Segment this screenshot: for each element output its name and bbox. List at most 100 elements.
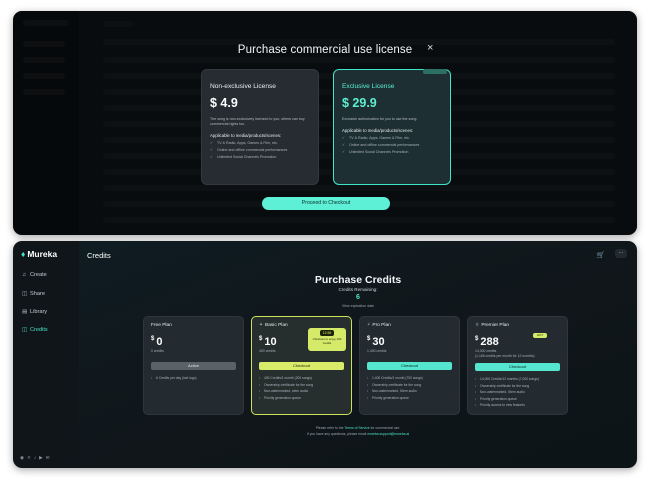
plan-feature: Ownership certificate for the song: [475, 384, 560, 388]
hot-badge: HOT: [533, 333, 547, 338]
plan-feature: Non-watermarked, stem audio: [259, 389, 344, 393]
sidebar-item-library[interactable]: ▤ Library: [22, 309, 47, 315]
terms-note-pre: Please refer to the: [315, 426, 344, 430]
x-icon[interactable]: ✕: [27, 455, 34, 460]
close-icon[interactable]: ×: [427, 42, 433, 54]
plan-feature: 14,000 Credits/12 months (7,000 songs): [475, 377, 560, 381]
plan-feature: Non-watermarked, Stem audio: [367, 389, 452, 393]
plan-features: 6 Credits per day (lost logo): [151, 376, 236, 380]
plan-credits: 14,000 credits: [475, 349, 497, 353]
license-card-non-exclusive[interactable]: Non-exclusive License $ 4.9 The song is …: [201, 69, 319, 185]
discord-icon[interactable]: ◉: [20, 455, 27, 460]
plan-card-pro: ⚡Pro Plan $30 1,400 credits Checkout 1,4…: [359, 316, 460, 415]
plan-feature: Priority access to new features: [475, 403, 560, 407]
plan-price-value: 288: [480, 336, 499, 348]
terms-note: Please refer to the Terms of Service for…: [79, 426, 637, 430]
credits-remaining-value: 6: [356, 294, 360, 301]
view-expiration-link[interactable]: View expiration date: [79, 304, 637, 308]
support-email-link[interactable]: mureka.support@mureka.ai: [367, 432, 409, 436]
license-feature: Online and offline commercial performanc…: [342, 143, 442, 147]
promo-text: Checkout to enjoy 100 credits: [312, 337, 342, 345]
crown-icon: ♕: [475, 323, 480, 328]
license-price: $ 29.9: [342, 96, 377, 110]
sidebar: ♦ Mureka ♫ Create ◫ Share ▤ Library ◫ Credits…: [13, 241, 79, 468]
countdown-timer: 12:56: [319, 330, 335, 336]
plan-feature: Priority generation queue: [475, 397, 560, 401]
license-feature: Unlimited Social Channels Promotion: [342, 150, 442, 154]
sidebar-item-label: Share: [30, 291, 45, 297]
license-feature: TV & Radio, Apps, Games & Film, etc.: [210, 141, 310, 145]
music-note-icon: ♫: [22, 272, 27, 278]
plan-feature: Ownership certificate for the song: [367, 383, 452, 387]
plan-credits: 1,400 credits: [367, 349, 387, 353]
plan-active-button[interactable]: Active: [151, 362, 236, 370]
plan-feature: Non-watermarked, Stem audio: [475, 390, 560, 394]
proceed-to-checkout-button[interactable]: Proceed to Checkout: [262, 197, 390, 210]
purchase-credits-title: Purchase Credits: [314, 274, 402, 286]
logo-text: Mureka: [27, 249, 58, 259]
license-feature: TV & Radio, Apps, Games & Film, etc.: [342, 136, 442, 140]
sidebar-item-label: Create: [30, 272, 47, 278]
plan-card-premier: ♕ Premier Plan HOT $288 14,000 credits (1…: [467, 316, 568, 415]
plan-features: 400 Credits/1 month (200 songs) Ownershi…: [259, 376, 344, 400]
sidebar-social-icons: ◉✕♪▶✉: [20, 455, 53, 461]
plan-name: ♕ Premier Plan: [475, 323, 560, 328]
plan-card-free: Free Plan $0 0 credits Active 6 Credits …: [143, 316, 244, 415]
plan-feature: 400 Credits/1 month (200 songs): [259, 376, 344, 380]
plan-name: ⚡ Pro Plan: [367, 323, 452, 328]
currency-symbol: $: [151, 336, 155, 342]
currency-symbol: $: [259, 336, 263, 342]
more-icon[interactable]: ⋯: [615, 249, 627, 258]
plan-features: 14,000 Credits/12 months (7,000 songs) O…: [475, 377, 560, 407]
promo-tag: 12:56 Checkout to enjoy 100 credits: [308, 328, 346, 351]
plan-price: $0: [151, 336, 236, 348]
plan-feature: 6 Credits per day (lost logo): [151, 376, 236, 380]
license-name: Non-exclusive License: [210, 83, 276, 90]
sidebar-item-share[interactable]: ◫ Share: [22, 291, 45, 297]
license-name: Exclusive License: [342, 83, 395, 90]
support-note-pre: If you have any questions, please email: [306, 432, 367, 436]
checkout-button-premier[interactable]: Checkout: [475, 363, 560, 371]
checkout-button-basic[interactable]: Checkout: [259, 362, 344, 370]
terms-of-service-link[interactable]: Terms of Service: [344, 426, 369, 430]
app-logo[interactable]: ♦ Mureka: [21, 249, 57, 259]
plan-name-text: Basic Plan: [265, 323, 288, 328]
terms-note-post: for commercial use.: [370, 426, 401, 430]
plan-price: $288: [475, 336, 560, 348]
plan-name: Free Plan: [151, 323, 172, 328]
plan-price-value: 0: [156, 336, 163, 348]
license-applicable-title: Applicable to media/products/scenes:: [342, 128, 414, 133]
plan-feature: Ownership certificate for the song: [259, 383, 344, 387]
plan-price-value: 10: [264, 336, 277, 348]
sidebar-item-credits[interactable]: ◫ Credits: [22, 327, 48, 333]
support-note: If you have any questions, please email …: [79, 432, 637, 436]
mail-icon[interactable]: ✉: [46, 455, 53, 460]
plan-features: 1,400 Credits/1 month (700 songs) Owners…: [367, 376, 452, 400]
license-window: Purchase commercial use license × Non-ex…: [13, 11, 637, 235]
checkout-button-pro[interactable]: Checkout: [367, 362, 452, 370]
selected-badge: [423, 69, 447, 74]
share-icon: ◫: [22, 291, 28, 297]
license-description: The song is non-exclusively licensed to …: [210, 117, 305, 126]
library-icon: ▤: [22, 309, 28, 315]
license-card-exclusive[interactable]: Exclusive License $ 29.9 Exclusive autho…: [333, 69, 451, 185]
license-description: Exclusive authorization for you to use t…: [342, 117, 418, 121]
cart-icon[interactable]: 🛒: [597, 251, 605, 259]
credits-main: Credits 🛒 ⋯ Purchase Credits Credits Rem…: [79, 241, 637, 468]
plan-price-value: 30: [372, 336, 385, 348]
plan-name-text: Premier Plan: [481, 323, 510, 328]
sparkle-icon: ✦: [259, 323, 264, 328]
license-feature: Online and offline commercial performanc…: [210, 148, 310, 152]
plan-credits: 0 credits: [151, 349, 164, 353]
currency-symbol: $: [475, 336, 479, 342]
license-applicable-title: Applicable to media/products/scenes:: [210, 133, 282, 138]
plan-feature: 1,400 Credits/1 month (700 songs): [367, 376, 452, 380]
plan-feature: Priority generation queue: [259, 396, 344, 400]
plan-feature: Priority generation queue: [367, 396, 452, 400]
plan-name-text: Pro Plan: [372, 323, 391, 328]
credits-window: ♦ Mureka ♫ Create ◫ Share ▤ Library ◫ Credits…: [13, 241, 637, 468]
sidebar-item-create[interactable]: ♫ Create: [22, 272, 47, 278]
logo-icon: ♦: [21, 249, 26, 259]
credits-icon: ◫: [22, 327, 28, 333]
modal-title: Purchase commercial use license: [237, 44, 413, 56]
